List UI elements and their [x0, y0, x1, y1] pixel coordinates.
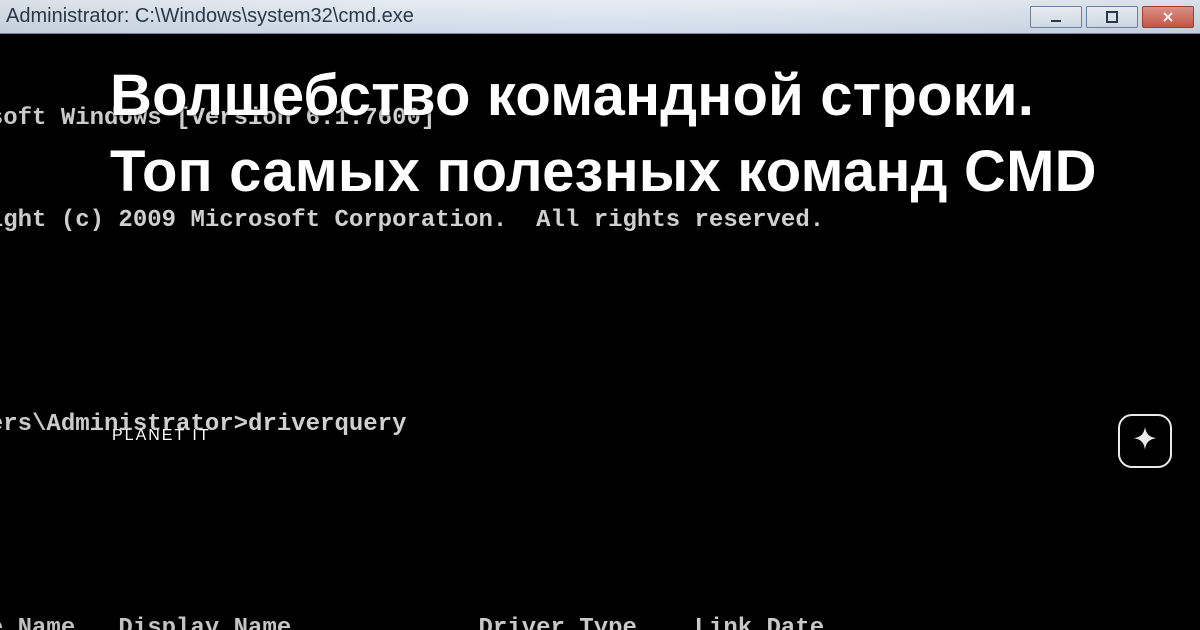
- window-titlebar: Administrator: C:\Windows\system32\cmd.e…: [0, 0, 1200, 34]
- maximize-button[interactable]: [1086, 6, 1138, 28]
- close-button[interactable]: [1142, 6, 1194, 28]
- minimize-icon: [1049, 10, 1063, 24]
- article-headline: Волшебство командной строки. Топ самых п…: [110, 58, 1140, 210]
- thumbnail-card: Administrator: C:\Windows\system32\cmd.e…: [0, 0, 1200, 630]
- maximize-icon: [1105, 10, 1119, 24]
- blank-line: [0, 306, 1200, 340]
- minimize-button[interactable]: [1030, 6, 1082, 28]
- columns-header: ule Name Display Name Driver Type Link D…: [0, 612, 1200, 630]
- blank-line: [0, 510, 1200, 544]
- channel-name: PLANET IT: [112, 427, 211, 445]
- window-controls: [1030, 6, 1194, 28]
- close-icon: [1161, 10, 1175, 24]
- sparkle-icon: [1128, 424, 1162, 458]
- zen-badge: [1118, 414, 1172, 468]
- window-title: Administrator: C:\Windows\system32\cmd.e…: [6, 5, 414, 28]
